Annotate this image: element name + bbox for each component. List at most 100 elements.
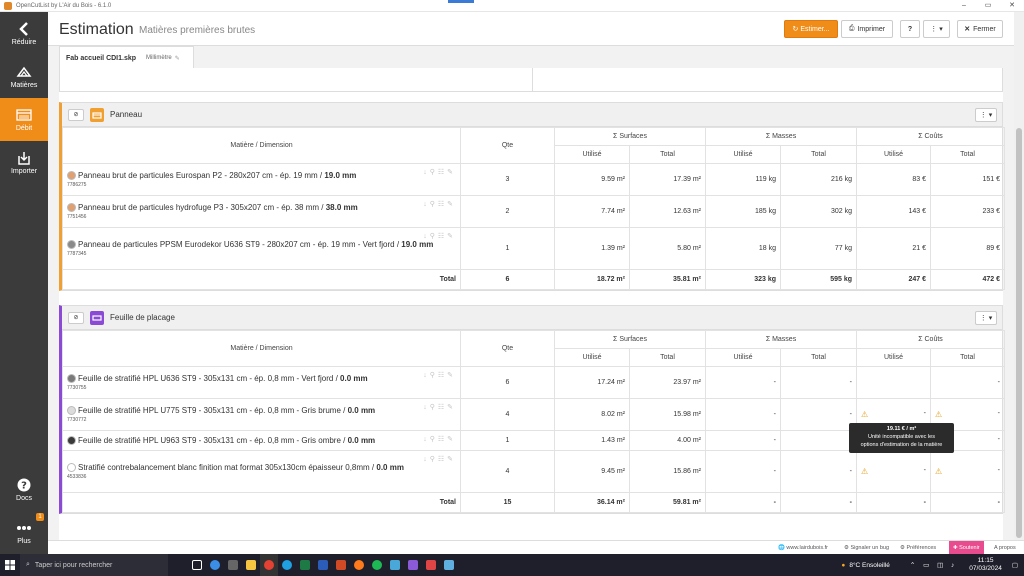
eye-slash-icon: ⊘ [73,315,79,321]
qty-cell: 4 [460,450,555,493]
tab-document[interactable]: Fab accueil CDI1.skp Millimètre ✎ [59,46,194,69]
taskbar-search[interactable]: ⌕ Taper ici pour rechercher [20,554,168,576]
mass-used-cell: 119 kg [705,163,781,196]
support-button[interactable]: ✚ Soutenir [949,541,984,555]
word-icon[interactable] [314,554,332,576]
row-actions[interactable]: ↓⚲☷✎ [423,455,456,463]
row-actions[interactable]: ↓⚲☷✎ [423,371,456,379]
more-icon [16,521,32,535]
warning-icon[interactable]: ⚠ [935,467,942,476]
table-row[interactable]: Stratifié contrebalancement blanc finiti… [62,450,1006,493]
total-cost-total: 472 € [930,269,1006,290]
material-color-swatch [67,240,76,249]
chrome-icon[interactable] [260,554,278,576]
previous-panel [59,68,1003,92]
total-row: Total 15 36.14 m² 59.81 m² - - - - [62,492,1006,513]
sidebar: Réduire Matières Débit Importer ? Docs 1 [0,12,48,554]
system-tray: ● 8°C Ensoleillé ⌃ ▭ ◫ ♪ 11:15 07/03/202… [841,554,1024,576]
taskbar-app-icon[interactable] [440,554,458,576]
material-thickness: 19.0 mm [324,171,357,180]
search-icon: ⌕ [26,561,30,568]
weather-text[interactable]: 8°C Ensoleillé [849,562,890,569]
material-name: Panneau de particules PPSM Eurodekor U63… [78,240,402,249]
page-title: Estimation [59,21,134,38]
minimize-button[interactable]: – [952,0,976,12]
row-actions[interactable]: ↓⚲☷✎ [423,168,456,176]
col-used: Utilisé [705,348,781,367]
estimate-button[interactable]: ↻ Estimer... [784,20,838,38]
material-name: Feuille de stratifié HPL U636 ST9 - 305x… [78,374,341,383]
warning-icon[interactable]: ⚠ [861,410,868,419]
toggle-visibility-button[interactable]: ⊘ [68,108,84,121]
sidebar-item-docs[interactable]: ? Docs [0,468,48,511]
table-row[interactable]: Panneau brut de particules Eurospan P2 -… [62,163,1006,196]
row-actions[interactable]: ↓⚲☷✎ [423,403,456,411]
sidebar-item-cutlist[interactable]: Débit [0,98,48,141]
tray-icons[interactable]: ⌃ ▭ ◫ ♪ [910,561,957,569]
tooltip-price: 19.11 € / m² [886,426,917,432]
spotify-icon[interactable] [368,554,386,576]
notification-icon[interactable]: ▢ [1012,561,1018,569]
section-menu-button[interactable]: ⋮ ▾ [975,311,997,325]
sidebar-item-materials[interactable]: Matières [0,55,48,98]
preferences-link[interactable]: ⚙ Préférences [900,541,936,555]
material-ref: 7787345 [67,251,87,257]
firefox-icon[interactable] [350,554,368,576]
date: 07/03/2024 [969,565,1002,572]
table-row[interactable]: Panneau de particules PPSM Eurodekor U63… [62,227,1006,270]
col-total: Total [930,145,1006,164]
more-vertical-icon: ⋮ ▾ [979,315,993,322]
tooltip-message-1: Unité incompatible avec les [868,434,935,440]
edit-icon[interactable]: ✎ [175,55,180,62]
total-qty: 6 [460,269,555,290]
scrollbar-thumb[interactable] [1016,128,1022,538]
sidebar-item-more[interactable]: 1 Plus [0,511,48,554]
file-explorer-icon[interactable] [242,554,260,576]
row-actions[interactable]: ↓⚲☷✎ [423,435,456,443]
website-link[interactable]: 🌐 www.lairdubois.fr [778,541,828,555]
maximize-button[interactable]: ▭ [976,0,1000,12]
clock[interactable]: 11:15 07/03/2024 [969,557,1002,573]
table-row[interactable]: Feuille de stratifié HPL U636 ST9 - 305x… [62,366,1006,399]
taskbar-app-icon[interactable] [404,554,422,576]
taskbar-app-icon[interactable] [224,554,242,576]
toggle-visibility-button[interactable]: ⊘ [68,311,84,324]
surface-used-cell: 1.43 m² [554,430,630,451]
material-color-swatch [67,203,76,212]
warning-icon[interactable]: ⚠ [861,467,868,476]
help-button[interactable]: ? [900,20,920,38]
powerpoint-icon[interactable] [332,554,350,576]
options-menu-button[interactable]: ⋮ ▾ [923,20,950,38]
warning-icon[interactable]: ⚠ [935,410,942,419]
taskbar-app-icon[interactable] [422,554,440,576]
section-header: ⊘ Feuille de placage ⋮ ▾ [62,306,1002,330]
vertical-scrollbar[interactable] [1014,12,1024,540]
taskbar-app-icon[interactable] [206,554,224,576]
sidebar-item-reduce[interactable]: Réduire [0,12,48,55]
tooltip-message-2: options d'estimation de la matière [860,442,943,448]
print-button[interactable]: ⎙ Imprimer [841,20,893,38]
sidebar-item-import[interactable]: Importer [0,141,48,184]
material-thickness: 0.0 mm [347,436,376,445]
close-window-button[interactable]: ✕ [1000,0,1024,12]
weather-icon: ● [841,561,846,569]
section-menu-button[interactable]: ⋮ ▾ [975,108,997,122]
row-actions[interactable]: ↓⚲☷✎ [423,232,456,240]
about-link[interactable]: A propos [994,541,1016,555]
total-cost-total: - [930,492,1006,513]
edge-icon[interactable] [278,554,296,576]
cost-used-cell: 143 € [856,195,932,228]
table-row[interactable]: Panneau brut de particules hydrofuge P3 … [62,195,1006,228]
section-panneau: ⊘ Panneau ⋮ ▾ Matière / Dimension Qte Σ … [59,102,1006,291]
row-actions[interactable]: ↓⚲☷✎ [423,200,456,208]
excel-icon[interactable] [296,554,314,576]
windows-start-button[interactable] [0,554,20,576]
taskbar-app-icon[interactable] [386,554,404,576]
chevron-left-icon [16,21,32,36]
task-view-icon[interactable] [188,554,206,576]
material-cell: Feuille de stratifié HPL U963 ST9 - 305x… [62,430,461,451]
estimation-content: ⊘ Panneau ⋮ ▾ Matière / Dimension Qte Σ … [59,68,1006,542]
surface-used-cell: 9.45 m² [554,450,630,493]
close-button[interactable]: ✕ Fermer [957,20,1003,38]
report-bug-link[interactable]: ⚙ Signaler un bug [844,541,889,555]
